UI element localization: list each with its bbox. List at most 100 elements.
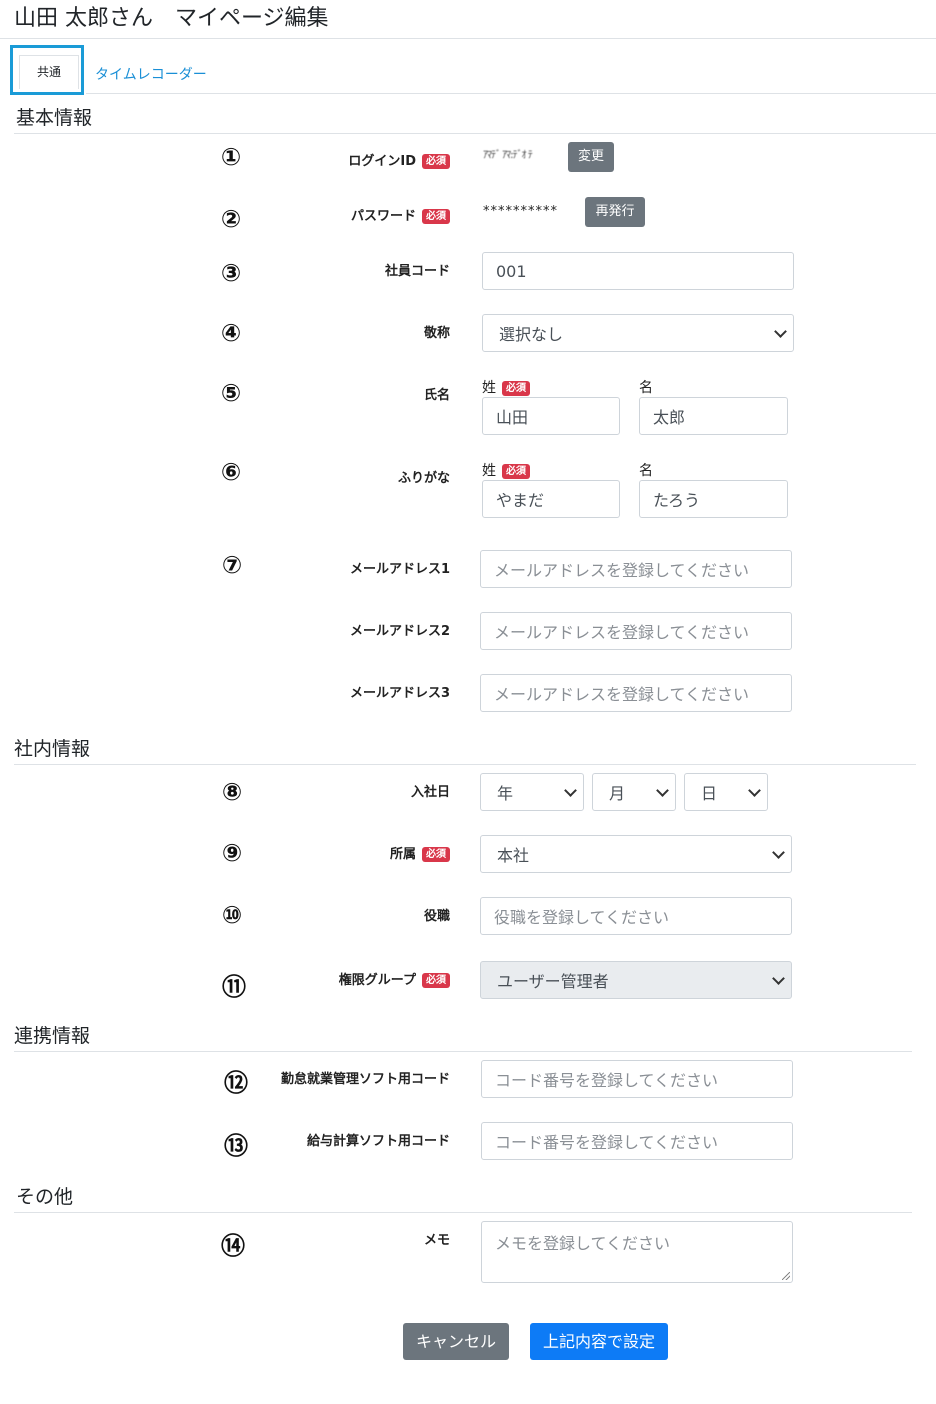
tabs-divider (86, 93, 936, 94)
join-date-label: 入社日 (410, 785, 450, 800)
required-badge: 必須 (422, 209, 450, 224)
payroll-code-label: 給与計算ソフト用コード (306, 1134, 450, 1149)
password-label: パスワード 必須 (351, 205, 450, 224)
reissue-password-button[interactable]: 再発行 (585, 197, 645, 227)
resize-handle-icon[interactable] (782, 1272, 790, 1280)
employee-code-value: 001 (496, 261, 527, 281)
section-other: その他 (16, 1186, 74, 1208)
last-name-sublabel-text: 姓 (482, 380, 496, 396)
marker-9: ⑨ (221, 839, 243, 867)
join-month-select[interactable]: 月 (592, 773, 676, 811)
department-select[interactable]: 本社 (480, 835, 792, 873)
marker-10: ⑩ (221, 901, 243, 929)
permission-group-select[interactable]: ユーザー管理者 (480, 961, 792, 999)
permission-group-label-text: 権限グループ (338, 973, 416, 988)
required-badge: 必須 (422, 973, 450, 988)
memo-textarea[interactable]: メモを登録してください (481, 1221, 793, 1283)
email1-placeholder: メールアドレスを登録してください (494, 561, 750, 580)
join-month-value: 月 (609, 784, 626, 803)
attendance-code-label: 勤怠就業管理ソフト用コード (280, 1072, 450, 1087)
marker-2: ② (220, 205, 242, 233)
name-label: 氏名 (423, 388, 450, 403)
login-id-label-text: ログインID (348, 154, 416, 169)
marker-14: ⑭ (221, 1232, 245, 1260)
memo-label: メモ (423, 1233, 450, 1248)
email2-placeholder: メールアドレスを登録してください (494, 623, 750, 642)
attendance-code-input[interactable]: コード番号を登録してください (481, 1060, 793, 1098)
email3-input[interactable]: メールアドレスを登録してください (480, 674, 792, 712)
join-year-select[interactable]: 年 (480, 773, 584, 811)
chevron-down-icon (772, 846, 785, 859)
last-name-input[interactable]: 山田 (482, 397, 620, 435)
permission-group-label: 権限グループ 必須 (339, 969, 450, 988)
marker-8: ⑧ (221, 778, 243, 806)
honorific-value: 選択なし (499, 325, 564, 344)
position-placeholder: 役職を登録してください (494, 908, 670, 927)
marker-6: ⑥ (220, 458, 242, 486)
position-label: 役職 (423, 909, 450, 924)
header-divider (0, 38, 936, 39)
cancel-button[interactable]: キャンセル (403, 1323, 509, 1360)
change-login-id-button[interactable]: 変更 (568, 142, 614, 172)
join-day-value: 日 (701, 784, 718, 803)
marker-1: ① (220, 143, 242, 171)
last-kana-input[interactable]: やまだ (482, 480, 620, 518)
section-company-info: 社内情報 (14, 738, 91, 760)
join-day-select[interactable]: 日 (684, 773, 768, 811)
email3-label: メールアドレス3 (349, 686, 450, 701)
honorific-label: 敬称 (423, 326, 450, 341)
last-kana-value: やまだ (496, 491, 545, 510)
email3-placeholder: メールアドレスを登録してください (494, 685, 750, 704)
payroll-code-input[interactable]: コード番号を登録してください (481, 1122, 793, 1160)
required-badge: 必須 (502, 380, 530, 396)
memo-placeholder: メモを登録してください (495, 1234, 671, 1253)
department-value: 本社 (497, 846, 530, 865)
password-label-text: パスワード (350, 209, 416, 224)
required-badge: 必須 (422, 154, 450, 169)
login-id-label: ログインID 必須 (348, 150, 450, 169)
last-kana-sublabel-text: 姓 (482, 463, 496, 479)
marker-11: ⑪ (222, 973, 246, 1001)
section-other-divider (14, 1212, 912, 1213)
marker-13: ⑬ (224, 1132, 248, 1160)
email2-label: メールアドレス2 (349, 624, 450, 639)
honorific-select[interactable]: 選択なし (482, 314, 794, 352)
employee-code-input[interactable]: 001 (482, 252, 794, 290)
marker-4: ④ (220, 319, 242, 347)
kana-label: ふりがな (397, 471, 450, 486)
email1-input[interactable]: メールアドレスを登録してください (480, 550, 792, 588)
marker-5: ⑤ (220, 379, 242, 407)
first-kana-input[interactable]: たろう (639, 480, 788, 518)
login-id-value: ｱﾏﾃﾞ ｱﾏ:ﾃﾞｵ ﾃ (483, 150, 533, 161)
employee-code-label: 社員コード (384, 264, 450, 279)
required-badge: 必須 (502, 463, 530, 479)
email2-input[interactable]: メールアドレスを登録してください (480, 612, 792, 650)
join-year-value: 年 (497, 784, 514, 803)
tab-time-recorder[interactable]: タイムレコーダー (95, 64, 207, 84)
department-label: 所属 必須 (390, 843, 450, 862)
first-kana-value: たろう (653, 491, 701, 510)
marker-7: ⑦ (221, 551, 243, 579)
email1-label: メールアドレス1 (349, 562, 450, 577)
chevron-down-icon (564, 784, 577, 797)
chevron-down-icon (772, 972, 785, 985)
first-name-sublabel: 名 (639, 380, 653, 396)
first-kana-sublabel: 名 (639, 463, 653, 479)
last-kana-sublabel: 姓必須 (482, 460, 530, 480)
section-basic-divider (14, 133, 936, 134)
marker-3: ③ (220, 259, 242, 287)
department-label-text: 所属 (389, 847, 416, 862)
tab-common[interactable]: 共通 (19, 55, 79, 89)
section-basic-info: 基本情報 (16, 107, 93, 129)
marker-12: ⑫ (224, 1069, 248, 1097)
last-name-sublabel: 姓必須 (482, 377, 530, 397)
submit-button[interactable]: 上記内容で設定 (530, 1323, 668, 1360)
required-badge: 必須 (422, 847, 450, 862)
attendance-code-placeholder: コード番号を登録してください (495, 1071, 719, 1090)
position-input[interactable]: 役職を登録してください (480, 897, 792, 935)
first-name-input[interactable]: 太郎 (639, 397, 788, 435)
section-company-divider (14, 764, 916, 765)
chevron-down-icon (774, 325, 787, 338)
last-name-value: 山田 (496, 408, 529, 427)
chevron-down-icon (656, 784, 669, 797)
